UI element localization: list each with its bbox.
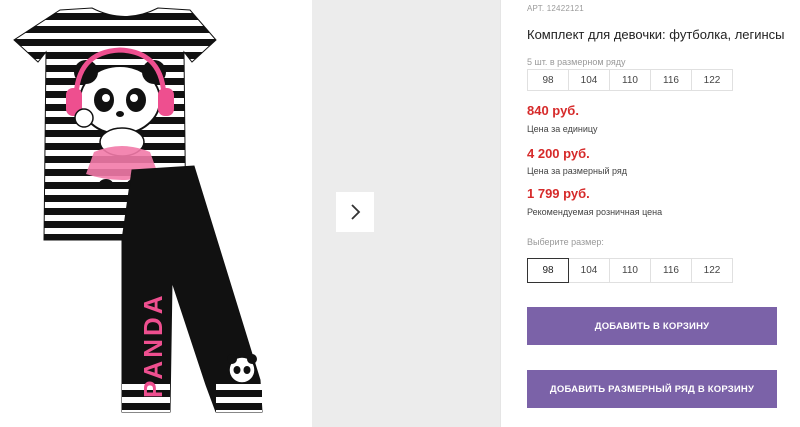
choose-size-label: Выберите размер: bbox=[527, 237, 604, 247]
panda-print-text: PANDA bbox=[138, 292, 168, 398]
panel-divider bbox=[500, 0, 501, 427]
size-row-list: 98 104 110 116 122 bbox=[527, 69, 733, 91]
product-title: Комплект для девочки: футболка, легинсы bbox=[527, 27, 785, 42]
product-image[interactable]: PANDA bbox=[0, 0, 312, 427]
size-option-122[interactable]: 122 bbox=[691, 258, 733, 283]
product-photo: PANDA bbox=[13, 7, 263, 413]
size-row-note: 5 шт. в размерном ряду bbox=[527, 57, 626, 67]
chevron-right-icon bbox=[351, 204, 361, 220]
size-option-116[interactable]: 116 bbox=[650, 258, 692, 283]
row-price: 4 200 руб. bbox=[527, 146, 590, 161]
size-option-104[interactable]: 104 bbox=[568, 258, 610, 283]
add-size-row-to-cart-button[interactable]: ДОБАВИТЬ РАЗМЕРНЫЙ РЯД В КОРЗИНУ bbox=[527, 370, 777, 408]
retail-price: 1 799 руб. bbox=[527, 186, 590, 201]
retail-price-label: Рекомендуемая розничная цена bbox=[527, 207, 663, 217]
size-option-98[interactable]: 98 bbox=[527, 258, 569, 283]
size-row-item: 98 bbox=[527, 69, 569, 91]
size-row-item: 110 bbox=[609, 69, 651, 91]
unit-price: 840 руб. bbox=[527, 103, 579, 118]
size-row-item: 122 bbox=[691, 69, 733, 91]
article-number: АРТ. 12422121 bbox=[527, 4, 584, 13]
size-row-item: 104 bbox=[568, 69, 610, 91]
unit-price-label: Цена за единицу bbox=[527, 124, 598, 134]
next-image-button[interactable] bbox=[336, 192, 374, 232]
size-option-110[interactable]: 110 bbox=[609, 258, 651, 283]
size-row-item: 116 bbox=[650, 69, 692, 91]
row-price-label: Цена за размерный ряд bbox=[527, 166, 628, 176]
size-picker: 98 104 110 116 122 bbox=[527, 258, 733, 283]
add-to-cart-button[interactable]: ДОБАВИТЬ В КОРЗИНУ bbox=[527, 307, 777, 345]
